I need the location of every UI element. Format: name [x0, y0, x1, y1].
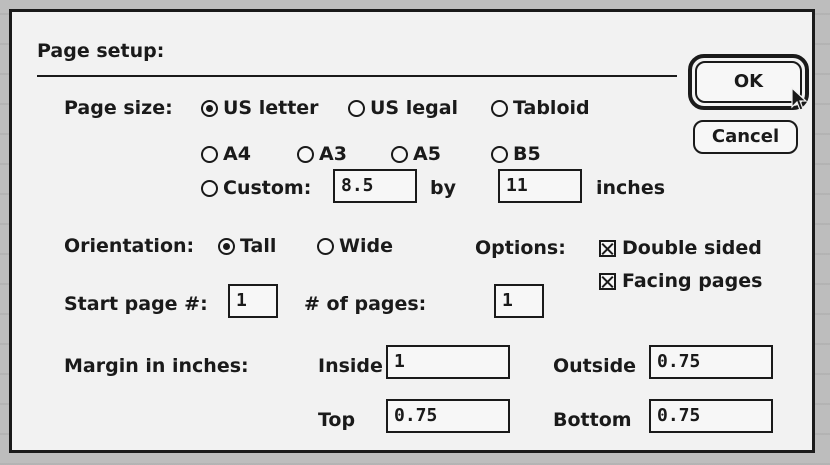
- margin-label: Margin in inches:: [64, 355, 249, 377]
- custom-height-field[interactable]: 11: [498, 169, 582, 203]
- radio-a4[interactable]: A4: [201, 143, 251, 165]
- outside-label: Outside: [553, 355, 637, 377]
- checkbox-checked-icon: [599, 273, 616, 290]
- radio-unselected-icon: [491, 100, 508, 117]
- num-pages-field[interactable]: 1: [494, 284, 544, 318]
- checkbox-double-sided[interactable]: Double sided: [599, 237, 762, 259]
- page-setup-dialog: Page setup: OK Cancel Page size: US lett…: [9, 9, 815, 453]
- top-margin-field[interactable]: 0.75: [386, 399, 510, 433]
- radio-unselected-icon: [201, 180, 218, 197]
- ok-button[interactable]: OK: [695, 61, 802, 103]
- radio-unselected-icon: [317, 238, 334, 255]
- checkbox-checked-icon: [599, 240, 616, 257]
- ok-button-label: OK: [733, 71, 764, 92]
- radio-selected-icon: [218, 238, 235, 255]
- inches-label: inches: [596, 177, 666, 199]
- inside-margin-field[interactable]: 1: [386, 345, 510, 379]
- dialog-title: Page setup:: [37, 40, 165, 62]
- orientation-label: Orientation:: [64, 235, 195, 257]
- top-label: Top: [318, 409, 356, 431]
- radio-unselected-icon: [491, 146, 508, 163]
- custom-width-field[interactable]: 8.5: [333, 169, 417, 203]
- radio-tabloid[interactable]: Tabloid: [491, 97, 590, 119]
- title-divider: [37, 75, 677, 77]
- arrow-pointer-icon: [791, 87, 808, 111]
- radio-a5[interactable]: A5: [391, 143, 441, 165]
- page-size-label: Page size:: [64, 97, 173, 119]
- cancel-button[interactable]: Cancel: [693, 120, 798, 154]
- radio-a3[interactable]: A3: [297, 143, 347, 165]
- start-page-field[interactable]: 1: [228, 284, 278, 318]
- bottom-margin-field[interactable]: 0.75: [649, 399, 773, 433]
- num-pages-label: # of pages:: [304, 293, 427, 315]
- checkbox-facing-pages[interactable]: Facing pages: [599, 270, 762, 292]
- start-page-label: Start page #:: [64, 293, 208, 315]
- radio-selected-icon: [201, 100, 218, 117]
- radio-us-legal[interactable]: US legal: [348, 97, 458, 119]
- bottom-label: Bottom: [553, 409, 632, 431]
- cancel-button-label: Cancel: [711, 126, 780, 147]
- radio-custom[interactable]: Custom:: [201, 177, 311, 199]
- radio-b5[interactable]: B5: [491, 143, 541, 165]
- radio-us-letter[interactable]: US letter: [201, 97, 319, 119]
- by-label: by: [430, 177, 456, 199]
- radio-unselected-icon: [348, 100, 365, 117]
- radio-unselected-icon: [201, 146, 218, 163]
- outside-margin-field[interactable]: 0.75: [649, 345, 773, 379]
- radio-unselected-icon: [297, 146, 314, 163]
- inside-label: Inside: [318, 355, 383, 377]
- radio-wide[interactable]: Wide: [317, 235, 393, 257]
- options-label: Options:: [475, 237, 566, 259]
- radio-unselected-icon: [391, 146, 408, 163]
- radio-tall[interactable]: Tall: [218, 235, 276, 257]
